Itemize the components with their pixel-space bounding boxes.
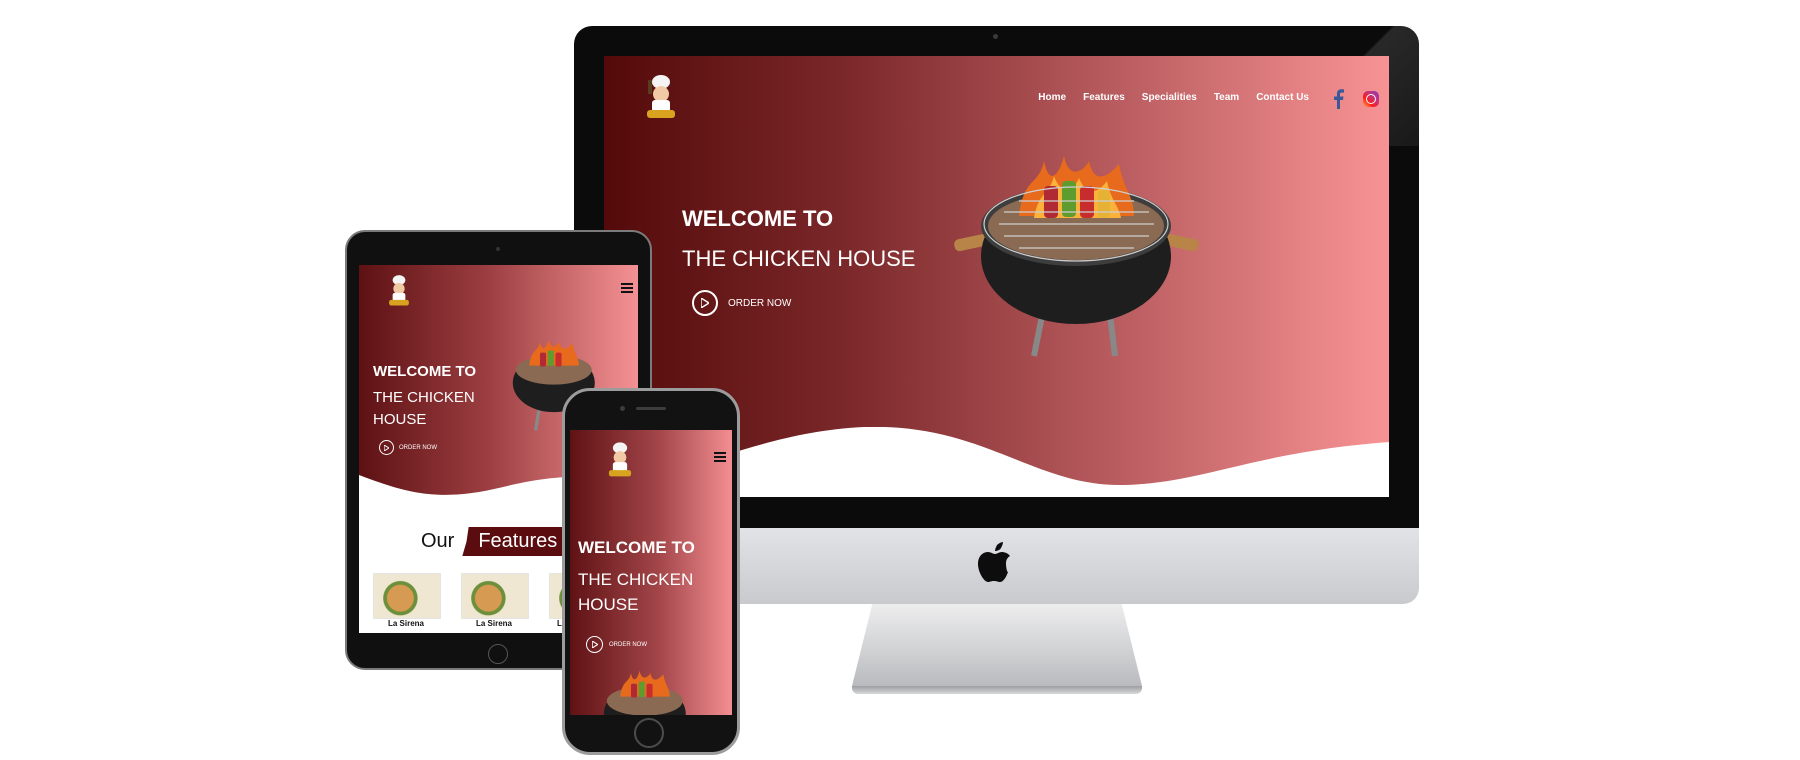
nav-home[interactable]: Home [1038,92,1066,103]
nav-team[interactable]: Team [1214,92,1239,103]
phone-screen: WELCOME TO THE CHICKEN HOUSE ORDER NOW [570,430,732,715]
phone-camera [620,406,625,411]
order-now-button[interactable]: ORDER NOW [692,290,791,316]
apple-icon [978,542,1010,582]
grill-image [954,156,1199,357]
features-heading: Our Features [421,527,568,556]
play-icon [379,440,394,455]
menu-icon[interactable] [621,283,633,293]
tablet-hero-subtitle-1: THE CHICKEN [373,389,475,406]
tablet-hero-subtitle-2: HOUSE [373,411,427,428]
facebook-icon[interactable] [1331,89,1345,109]
grill-image [603,670,686,715]
feature-card[interactable]: La Sirena [461,573,529,628]
burger-image [373,573,441,619]
instagram-icon[interactable] [1363,91,1379,107]
hero-title: WELCOME TO [682,206,834,231]
tablet-camera [496,247,500,251]
order-now-label: ORDER NOW [728,297,792,309]
nav-specialities[interactable]: Specialities [1142,92,1197,103]
phone-hero-title: WELCOME TO [578,538,695,557]
imac-camera [993,34,998,39]
imac-foot [852,686,1142,694]
tablet-home-button[interactable] [488,644,508,664]
features-heading-prefix: Our [421,530,455,552]
phone-hero-subtitle-2: HOUSE [578,595,639,614]
tablet-order-now-label: ORDER NOW [399,444,437,451]
play-icon [692,290,718,316]
phone-order-now-label: ORDER NOW [609,641,647,648]
phone-speaker [636,407,666,410]
menu-icon[interactable] [714,452,726,462]
play-icon [586,636,603,653]
nav-features[interactable]: Features [1083,92,1125,103]
tablet-hero-title: WELCOME TO [373,363,477,380]
features-heading-ribbon: Features [462,527,568,556]
phone-order-now-button[interactable]: ORDER NOW [586,636,647,653]
phone-hero-subtitle-1: THE CHICKEN [578,570,694,589]
tablet-order-now-button[interactable]: ORDER NOW [379,440,437,455]
chef-logo-icon[interactable] [606,440,634,478]
burger-image [461,573,529,619]
desktop-nav: Home Features Specialities Team Contact … [1038,92,1309,103]
chef-logo-icon[interactable] [387,273,411,307]
feature-card-title: La Sirena [475,619,512,628]
hero-subtitle: THE CHICKEN HOUSE [682,246,916,271]
imac-stand [852,604,1142,686]
chef-logo-icon[interactable] [644,72,678,120]
nav-contact-us[interactable]: Contact Us [1256,92,1309,103]
feature-card[interactable]: La Sirena [373,573,441,628]
feature-card-title: La Sirena [387,619,424,628]
phone-home-button[interactable] [634,718,664,748]
